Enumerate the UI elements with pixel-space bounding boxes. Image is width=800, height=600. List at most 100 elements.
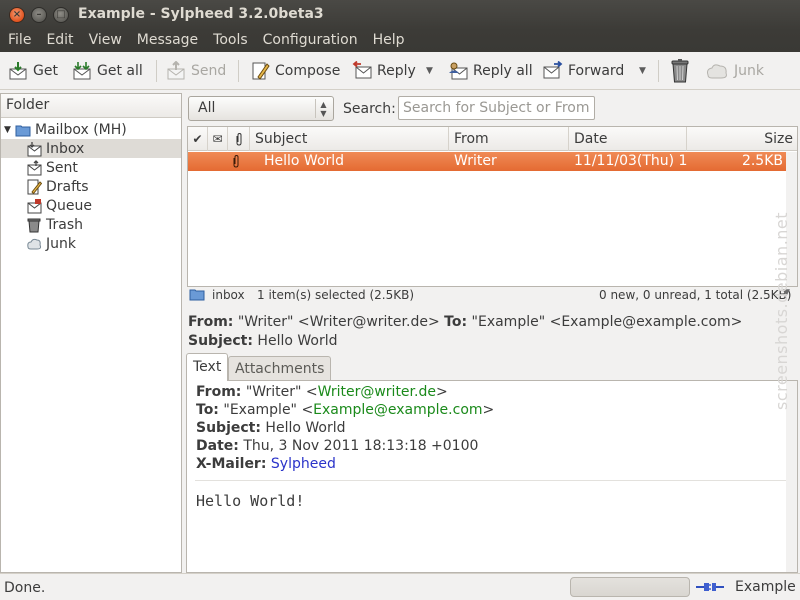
folder-pane-header[interactable]: Folder <box>1 94 181 118</box>
folder-item-inbox[interactable]: Inbox <box>1 139 181 158</box>
toolbar-separator <box>156 60 157 82</box>
mv-xmailer-label: X-Mailer: <box>196 456 267 472</box>
online-plug-icon[interactable] <box>696 580 724 594</box>
column-date[interactable]: Date <box>569 127 687 151</box>
mv-from-email-link[interactable]: Writer@writer.de <box>318 384 436 400</box>
row-size: 2.5KB <box>741 153 783 169</box>
get-all-label: Get all <box>97 63 143 79</box>
compose-button[interactable]: Compose <box>250 59 340 83</box>
delete-button[interactable] <box>669 59 696 83</box>
header-to-label: To: <box>444 314 468 330</box>
summary-selection: 1 item(s) selected (2.5KB) <box>257 288 415 302</box>
junk-folder-icon <box>27 238 42 249</box>
row-subject: Hello World <box>264 153 345 169</box>
junk-button[interactable]: Junk <box>705 59 764 83</box>
mv-from-label: From: <box>196 384 242 400</box>
expander-triangle-icon[interactable]: ▼ <box>4 125 15 135</box>
column-status[interactable]: ✉ <box>208 127 228 151</box>
search-label: Search: <box>343 101 396 117</box>
watermark-text: screenshots.debian.net <box>772 211 791 410</box>
menu-file[interactable]: File <box>8 30 31 52</box>
column-attachment[interactable] <box>228 127 250 151</box>
header-from-value: "Writer" <Writer@writer.de> <box>237 314 440 330</box>
folder-item-junk[interactable]: Junk <box>26 234 76 253</box>
attachment-icon <box>232 152 246 171</box>
reply-all-button[interactable]: Reply all <box>448 59 533 83</box>
tab-text[interactable]: Text <box>186 353 229 381</box>
header-subject-label: Subject: <box>188 333 253 349</box>
mv-subject-value: Hello World <box>265 420 346 436</box>
close-icon: × <box>12 9 22 20</box>
watermark: screenshots.debian.net <box>772 170 798 420</box>
toolbar: Get Get all Send Compose Reply ▼ Reply a… <box>0 52 800 90</box>
column-from[interactable]: From <box>449 127 569 151</box>
menu-help[interactable]: Help <box>373 30 405 52</box>
reply-button[interactable]: Reply <box>352 59 416 83</box>
forward-label: Forward <box>568 63 625 79</box>
filter-combo-value: All <box>198 100 216 116</box>
send-button[interactable]: Send <box>166 59 226 83</box>
folder-pane: Folder ▼ Mailbox (MH) Inbox Sent Drafts … <box>0 93 182 573</box>
reply-dropdown-arrow-icon[interactable]: ▼ <box>426 66 433 76</box>
menu-edit[interactable]: Edit <box>46 30 73 52</box>
menu-message[interactable]: Message <box>137 30 198 52</box>
get-all-button[interactable]: Get all <box>72 59 143 83</box>
queue-icon <box>27 198 42 213</box>
folder-item-queue[interactable]: Queue <box>26 196 92 215</box>
mailbox-node[interactable]: ▼ Mailbox (MH) <box>4 120 127 139</box>
window-close-button[interactable]: × <box>9 7 25 23</box>
window-minimize-button[interactable]: – <box>31 7 47 23</box>
filter-bar: All ▲ ▼ Search: <box>188 93 800 123</box>
compose-label: Compose <box>275 63 341 79</box>
table-row[interactable]: Hello World Writer 11/11/03(Thu) 18 2.5K… <box>188 152 786 171</box>
junk-icon <box>707 64 727 79</box>
header-subject-value: Hello World <box>257 333 338 349</box>
reply-all-label: Reply all <box>473 63 533 79</box>
reply-all-icon <box>449 62 468 80</box>
window-titlebar: × – □ Example - Sylpheed 3.2.0beta3 <box>0 0 800 30</box>
header-to-value: "Example" <Example@example.com> <box>471 314 743 330</box>
folder-item-drafts[interactable]: Drafts <box>26 177 89 196</box>
mv-to-close: > <box>482 402 495 418</box>
tab-attachments[interactable]: Attachments <box>228 356 332 381</box>
mv-to-name: "Example" < <box>223 402 314 418</box>
get-label: Get <box>33 63 58 79</box>
folder-label: Inbox <box>46 140 85 157</box>
message-body[interactable]: Hello World! <box>196 492 304 510</box>
folder-label: Queue <box>46 197 92 214</box>
summary-status-bar: inbox 1 item(s) selected (2.5KB) 0 new, … <box>187 287 798 304</box>
column-subject[interactable]: Subject <box>250 127 449 151</box>
window-title: Example - Sylpheed 3.2.0beta3 <box>78 6 324 22</box>
window-maximize-button[interactable]: □ <box>53 7 69 23</box>
mailbox-folder-icon <box>15 125 31 136</box>
menu-view[interactable]: View <box>89 30 122 52</box>
search-input[interactable] <box>398 96 595 120</box>
trash-can-icon <box>671 59 689 83</box>
summary-folder-name: inbox <box>212 288 245 302</box>
mv-from-close: > <box>435 384 448 400</box>
folder-item-sent[interactable]: Sent <box>26 158 78 177</box>
toolbar-separator <box>658 60 659 82</box>
mv-from-name: "Writer" < <box>245 384 318 400</box>
maximize-icon: □ <box>56 9 66 20</box>
status-bar: Done. Example <box>0 573 800 600</box>
row-from: Writer <box>454 153 497 169</box>
menu-configuration[interactable]: Configuration <box>263 30 358 52</box>
forward-dropdown-arrow-icon[interactable]: ▼ <box>639 66 646 76</box>
filter-combo[interactable]: All ▲ ▼ <box>188 96 334 121</box>
forward-button[interactable]: Forward <box>543 59 624 83</box>
junk-label: Junk <box>734 63 764 79</box>
menubar: File Edit View Message Tools Configurati… <box>0 30 800 52</box>
column-size[interactable]: Size <box>687 127 797 151</box>
column-mark[interactable]: ✔ <box>188 127 208 151</box>
row-date: 11/11/03(Thu) 18 <box>574 153 687 169</box>
sent-icon <box>27 159 42 175</box>
folder-label: Trash <box>46 216 83 233</box>
send-label: Send <box>191 63 227 79</box>
mv-to-email-link[interactable]: Example@example.com <box>313 402 482 418</box>
get-button[interactable]: Get <box>8 59 58 83</box>
paperclip-icon <box>236 132 241 146</box>
folder-item-trash[interactable]: Trash <box>26 215 83 234</box>
mv-to-label: To: <box>196 402 219 418</box>
menu-tools[interactable]: Tools <box>213 30 248 52</box>
